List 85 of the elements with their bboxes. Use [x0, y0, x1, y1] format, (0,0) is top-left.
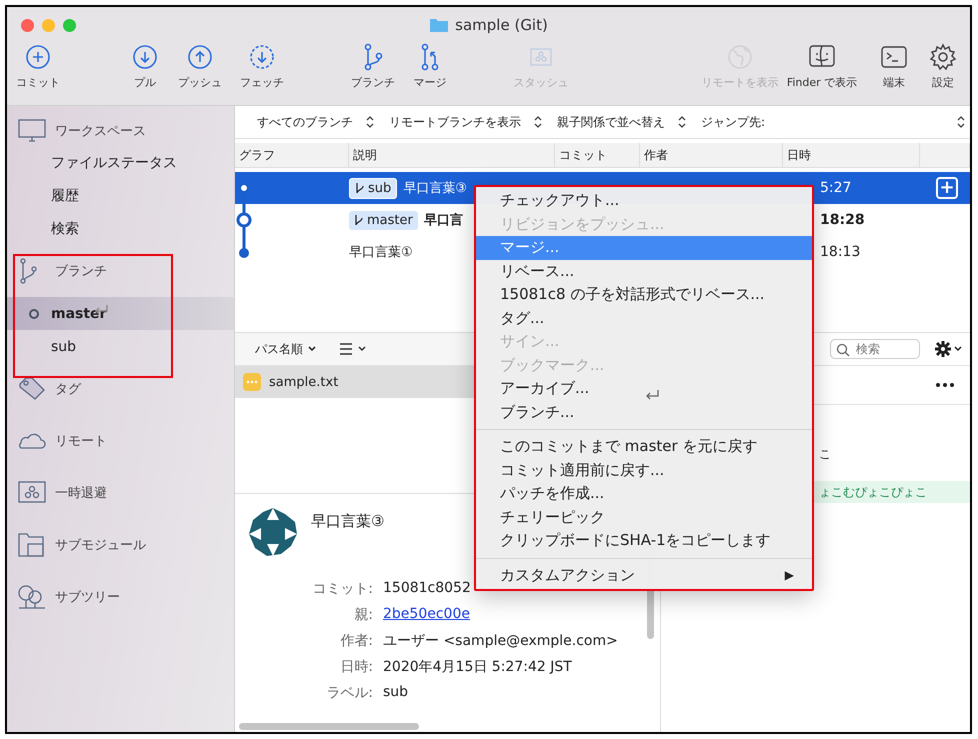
branch-label: master	[349, 210, 418, 230]
scrollbar[interactable]	[239, 723, 419, 730]
updown-chevron-icon	[956, 115, 966, 129]
column-header[interactable]: グラフ	[235, 143, 349, 167]
plus-circle-icon	[23, 43, 53, 71]
avatar-icon	[247, 506, 299, 558]
sidebar-section-header[interactable]: ワークスペース	[55, 122, 146, 140]
tag-icon	[17, 376, 47, 402]
diff-line: こ	[819, 446, 831, 462]
menu-item[interactable]: 15081c8 の子を対話形式でリベース...	[474, 283, 814, 306]
branch-button[interactable]: ブランチ	[345, 43, 401, 90]
trees-icon	[17, 584, 47, 610]
branch-icon	[355, 182, 365, 194]
download-icon	[247, 43, 277, 71]
menu-item[interactable]: チェリーピック	[474, 506, 814, 529]
menu-item[interactable]: クリップボードにSHA-1をコピーします	[474, 529, 814, 552]
sidebar-section-header[interactable]: サブモジュール	[55, 536, 146, 554]
updown-chevron-icon	[677, 115, 687, 129]
updown-chevron-icon	[533, 115, 543, 129]
commit-title: 早口言葉③	[311, 512, 384, 531]
field-value: ユーザー <sample@exmple.com>	[383, 632, 619, 650]
menu-item[interactable]: チェックアウト...	[474, 189, 814, 212]
column-header[interactable]: 説明	[349, 143, 555, 167]
menu-item[interactable]: タグ...	[474, 306, 814, 330]
monitor-icon	[17, 118, 47, 144]
field-value: sub	[383, 684, 410, 702]
sidebar-section-header[interactable]: タグ	[55, 380, 81, 398]
commit-date: 5:27	[820, 180, 852, 196]
commit-button[interactable]: コミット	[8, 43, 68, 90]
menu-item[interactable]: カスタムアクション ▶	[474, 564, 814, 587]
settings-button[interactable]: 設定	[925, 43, 961, 90]
sidebar-section-header[interactable]: ブランチ	[55, 262, 107, 280]
search-field[interactable]: 検索	[830, 339, 920, 359]
column-header[interactable]: 作者	[640, 143, 783, 167]
menu-item[interactable]: パッチを作成...	[474, 482, 814, 506]
field-label: 日時:	[339, 658, 373, 676]
sidebar-section-header[interactable]: 一時退避	[55, 484, 107, 502]
branch-label: sub	[349, 178, 398, 198]
filter-dropdown[interactable]: すべてのブランチ	[257, 114, 375, 130]
field-value: 15081c8052	[383, 580, 472, 598]
menu-item[interactable]: リベース...	[474, 260, 814, 283]
folder-icon	[429, 17, 450, 33]
filter-dropdown[interactable]: ジャンプ先:	[701, 114, 970, 130]
field-label: 親:	[353, 606, 373, 624]
sidebar-item[interactable]: master	[7, 297, 234, 330]
return-icon	[644, 389, 660, 401]
branch-icon	[354, 214, 364, 226]
sidebar-item[interactable]: ファイルステータス	[7, 146, 234, 179]
menu-item[interactable]: このコミットまで master を元に戻す	[474, 435, 814, 458]
terminal-button[interactable]: 端末	[876, 43, 912, 90]
chevron-icon	[307, 345, 317, 353]
settings-icon	[928, 43, 958, 71]
menu-item[interactable]: コミット適用前に戻す...	[474, 458, 814, 482]
sidebar-item[interactable]: 検索	[7, 212, 234, 245]
field-label: 作者:	[339, 632, 373, 650]
filter-dropdown[interactable]: 親子関係で並べ替え	[557, 114, 687, 130]
modified-file-icon	[243, 373, 261, 391]
commit-message: 早口言葉③	[403, 180, 467, 197]
menu-item[interactable]: ブランチ...	[474, 400, 814, 424]
sort-dropdown[interactable]: パス名順	[255, 340, 317, 358]
settings-icon[interactable]	[934, 340, 962, 358]
fetch-button[interactable]: フェッチ	[234, 43, 290, 90]
more-icon[interactable]	[936, 383, 954, 387]
sidebar-item[interactable]: sub	[7, 330, 234, 363]
finder-button[interactable]: Finder で表示	[782, 43, 862, 90]
parent-link[interactable]: 2be50ec00e	[383, 606, 660, 624]
updown-chevron-icon	[365, 115, 375, 129]
window-title: sample (Git)	[455, 16, 548, 34]
column-header[interactable]: 日時	[783, 143, 920, 167]
field-label: コミット:	[311, 580, 373, 598]
column-header[interactable]: コミット	[555, 143, 640, 167]
push-button[interactable]: プッシュ	[172, 43, 228, 90]
sidebar-section-header[interactable]: リモート	[55, 432, 107, 450]
merge-button[interactable]: マージ	[405, 43, 455, 90]
sidebar-item[interactable]: 履歴	[7, 179, 234, 212]
pull-button[interactable]: プル	[120, 43, 170, 90]
commit-message: 早口言	[424, 212, 463, 229]
close-button[interactable]	[21, 18, 34, 32]
commit-date: 18:28	[820, 212, 865, 228]
sidebar-section-header[interactable]: サブツリー	[55, 588, 120, 606]
add-button[interactable]: +	[936, 177, 958, 199]
field-value: 2020年4月15日 5:27:42 JST	[383, 658, 573, 676]
field-label: ラベル:	[325, 684, 373, 702]
diff-line: ょこむぴょこぴょこ	[819, 484, 927, 500]
filter-dropdown[interactable]: リモートブランチを表示	[389, 114, 543, 130]
